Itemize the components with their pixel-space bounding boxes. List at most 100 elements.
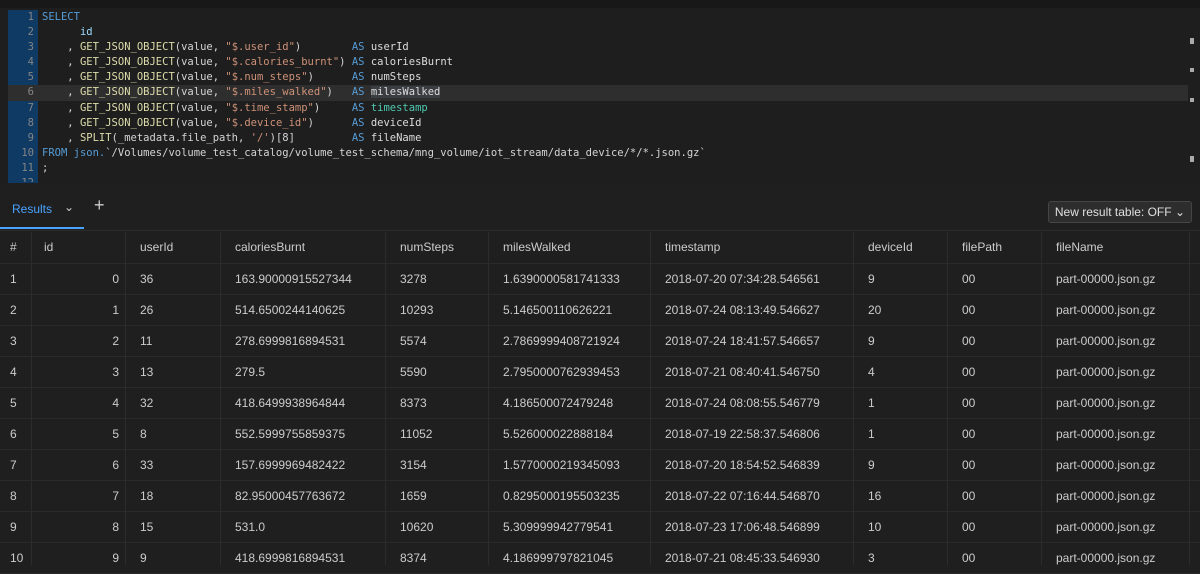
cell-userid[interactable]: 8: [126, 419, 220, 449]
column-header-index[interactable]: #: [10, 232, 30, 263]
cell-id[interactable]: 7: [32, 481, 124, 511]
cell-id[interactable]: 3: [32, 357, 124, 387]
cell-filename[interactable]: part-00000.json.gz: [1042, 326, 1190, 356]
column-header-id[interactable]: id: [32, 232, 124, 263]
row-index[interactable]: 5: [10, 388, 30, 418]
cell-filepath[interactable]: 00: [948, 419, 1041, 449]
cell-deviceid[interactable]: 9: [854, 326, 947, 356]
cell-id[interactable]: 0: [32, 264, 124, 294]
column-divider[interactable]: [947, 232, 948, 565]
cell-filepath[interactable]: 00: [948, 264, 1041, 294]
cell-numsteps[interactable]: 5590: [386, 357, 488, 387]
column-header-numsteps[interactable]: numSteps: [386, 232, 488, 263]
editor-scroll-marker[interactable]: [1190, 38, 1194, 44]
cell-id[interactable]: 5: [32, 419, 124, 449]
cell-id[interactable]: 2: [32, 326, 124, 356]
column-header-deviceid[interactable]: deviceId: [854, 232, 947, 263]
cell-filename[interactable]: part-00000.json.gz: [1042, 543, 1190, 573]
cell-mileswalked[interactable]: 5.526000022888184: [489, 419, 650, 449]
cell-timestamp[interactable]: 2018-07-24 08:13:49.546627: [651, 295, 853, 325]
cell-caloriesburnt[interactable]: 552.5999755859375: [221, 419, 385, 449]
cell-timestamp[interactable]: 2018-07-20 07:34:28.546561: [651, 264, 853, 294]
cell-userid[interactable]: 26: [126, 295, 220, 325]
row-index[interactable]: 7: [10, 450, 30, 480]
cell-caloriesburnt[interactable]: 418.6999816894531: [221, 543, 385, 573]
cell-timestamp[interactable]: 2018-07-20 18:54:52.546839: [651, 450, 853, 480]
column-header-caloriesburnt[interactable]: caloriesBurnt: [221, 232, 385, 263]
editor-scroll-marker[interactable]: [1190, 156, 1194, 162]
cell-deviceid[interactable]: 9: [854, 450, 947, 480]
editor-scroll-marker[interactable]: [1190, 98, 1194, 102]
cell-deviceid[interactable]: 9: [854, 264, 947, 294]
cell-userid[interactable]: 9: [126, 543, 220, 573]
column-divider[interactable]: [853, 232, 854, 565]
column-header-mileswalked[interactable]: milesWalked: [489, 232, 650, 263]
table-row[interactable]: 6 5 8 552.5999755859375 11052 5.5260000228881…: [0, 419, 1200, 450]
cell-filepath[interactable]: 00: [948, 295, 1041, 325]
cell-filename[interactable]: part-00000.json.gz: [1042, 450, 1190, 480]
column-divider[interactable]: [1041, 232, 1042, 565]
column-divider[interactable]: [125, 232, 126, 565]
cell-numsteps[interactable]: 3278: [386, 264, 488, 294]
cell-id[interactable]: 9: [32, 543, 124, 573]
cell-id[interactable]: 6: [32, 450, 124, 480]
cell-caloriesburnt[interactable]: 531.0: [221, 512, 385, 542]
cell-filepath[interactable]: 00: [948, 512, 1041, 542]
row-index[interactable]: 10: [10, 543, 30, 573]
column-header-userid[interactable]: userId: [126, 232, 220, 263]
cell-mileswalked[interactable]: 0.8295000195503235: [489, 481, 650, 511]
chevron-down-icon[interactable]: ⌄: [64, 200, 74, 214]
cell-numsteps[interactable]: 5574: [386, 326, 488, 356]
cell-caloriesburnt[interactable]: 279.5: [221, 357, 385, 387]
table-row[interactable]: 8 7 18 82.95000457763672 1659 0.8295000195503…: [0, 481, 1200, 512]
column-header-timestamp[interactable]: timestamp: [651, 232, 853, 263]
cell-caloriesburnt[interactable]: 418.6499938964844: [221, 388, 385, 418]
cell-userid[interactable]: 36: [126, 264, 220, 294]
cell-numsteps[interactable]: 8373: [386, 388, 488, 418]
cell-userid[interactable]: 33: [126, 450, 220, 480]
cell-deviceid[interactable]: 3: [854, 543, 947, 573]
cell-numsteps[interactable]: 3154: [386, 450, 488, 480]
cell-timestamp[interactable]: 2018-07-23 17:06:48.546899: [651, 512, 853, 542]
cell-mileswalked[interactable]: 1.5770000219345093: [489, 450, 650, 480]
cell-filename[interactable]: part-00000.json.gz: [1042, 388, 1190, 418]
cell-caloriesburnt[interactable]: 157.6999969482422: [221, 450, 385, 480]
row-index[interactable]: 1: [10, 264, 30, 294]
table-row[interactable]: 7 6 33 157.6999969482422 3154 1.5770000219345…: [0, 450, 1200, 481]
cell-timestamp[interactable]: 2018-07-21 08:40:41.546750: [651, 357, 853, 387]
cell-filename[interactable]: part-00000.json.gz: [1042, 419, 1190, 449]
table-row[interactable]: 5 4 32 418.6499938964844 8373 4.1865000724792…: [0, 388, 1200, 419]
row-index[interactable]: 3: [10, 326, 30, 356]
cell-id[interactable]: 8: [32, 512, 124, 542]
cell-userid[interactable]: 15: [126, 512, 220, 542]
column-divider[interactable]: [31, 232, 32, 565]
cell-numsteps[interactable]: 10293: [386, 295, 488, 325]
sql-editor[interactable]: 1 SELECT 2 id 3 , GET_JSON_OBJECT(value, …: [0, 0, 1200, 183]
cell-filepath[interactable]: 00: [948, 543, 1041, 573]
cell-filename[interactable]: part-00000.json.gz: [1042, 512, 1190, 542]
cell-id[interactable]: 4: [32, 388, 124, 418]
cell-userid[interactable]: 13: [126, 357, 220, 387]
table-row[interactable]: 2 1 26 514.6500244140625 10293 5.146500110626…: [0, 295, 1200, 326]
cell-userid[interactable]: 18: [126, 481, 220, 511]
cell-mileswalked[interactable]: 4.186999797821045: [489, 543, 650, 573]
new-result-table-toggle[interactable]: New result table: OFF ⌄: [1047, 201, 1192, 223]
cell-filepath[interactable]: 00: [948, 357, 1041, 387]
cell-timestamp[interactable]: 2018-07-24 18:41:57.546657: [651, 326, 853, 356]
column-divider[interactable]: [650, 232, 651, 565]
column-header-filepath[interactable]: filePath: [948, 232, 1041, 263]
cell-deviceid[interactable]: 10: [854, 512, 947, 542]
cell-numsteps[interactable]: 10620: [386, 512, 488, 542]
cell-timestamp[interactable]: 2018-07-21 08:45:33.546930: [651, 543, 853, 573]
cell-mileswalked[interactable]: 1.6390000581741333: [489, 264, 650, 294]
cell-deviceid[interactable]: 1: [854, 388, 947, 418]
cell-timestamp[interactable]: 2018-07-22 07:16:44.546870: [651, 481, 853, 511]
row-index[interactable]: 4: [10, 357, 30, 387]
cell-filename[interactable]: part-00000.json.gz: [1042, 264, 1190, 294]
cell-userid[interactable]: 32: [126, 388, 220, 418]
cell-numsteps[interactable]: 11052: [386, 419, 488, 449]
tab-results[interactable]: Results: [12, 202, 52, 216]
table-row[interactable]: 9 8 15 531.0 10620 5.309999942779541 2018-07-2…: [0, 512, 1200, 543]
cell-filename[interactable]: part-00000.json.gz: [1042, 481, 1190, 511]
cell-deviceid[interactable]: 1: [854, 419, 947, 449]
